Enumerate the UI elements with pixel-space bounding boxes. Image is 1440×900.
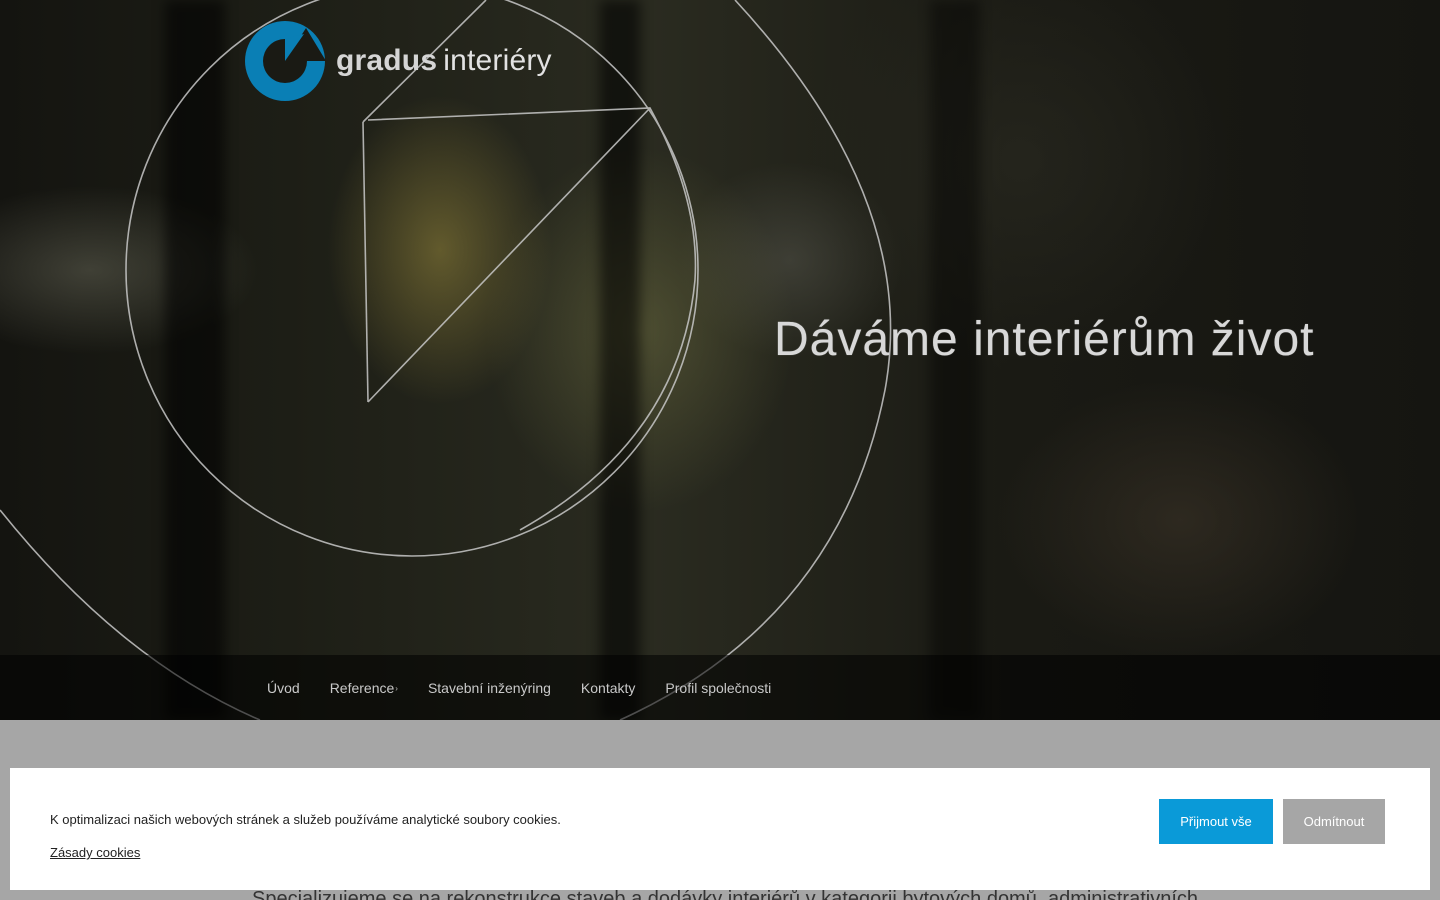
nav-item-profil-spolecnosti[interactable]: Profil společnosti	[650, 680, 786, 696]
nav-item-label: Úvod	[267, 679, 300, 696]
nav-list: Úvod Reference› Stavební inženýring Kont…	[252, 655, 786, 720]
hero-tagline: Dáváme interiérům život	[774, 313, 1315, 366]
nav-item-stavebni-inzenyring[interactable]: Stavební inženýring	[413, 680, 566, 696]
logo-wordmark: gradus interiéry	[336, 44, 552, 78]
nav-item-uvod[interactable]: Úvod	[252, 680, 315, 696]
nav-item-label: Profil společnosti	[665, 679, 772, 696]
main-navigation: Úvod Reference› Stavební inženýring Kont…	[0, 655, 1440, 720]
hero-banner: gradus interiéry Dáváme interiérům život …	[0, 0, 1440, 720]
submenu-chevron-icon: ›	[395, 684, 398, 694]
page: gradus interiéry Dáváme interiérům život …	[0, 0, 1440, 900]
accept-all-button[interactable]: Přijmout vše	[1159, 799, 1273, 844]
logo-wordmark-light: interiéry	[443, 44, 552, 77]
cookie-banner: K optimalizaci našich webových stránek a…	[10, 768, 1430, 890]
logo-wordmark-bold: gradus	[336, 44, 438, 77]
nav-item-kontakty[interactable]: Kontakty	[566, 680, 650, 696]
cookie-message: K optimalizaci našich webových stránek a…	[50, 812, 561, 827]
cookie-policy-link[interactable]: Zásady cookies	[50, 845, 140, 860]
decline-button[interactable]: Odmítnout	[1283, 799, 1385, 844]
nav-item-label: Kontakty	[580, 679, 636, 696]
gradus-logo-icon	[245, 21, 326, 101]
nav-item-label: Reference	[329, 679, 395, 696]
nav-item-reference[interactable]: Reference›	[315, 680, 413, 696]
logo-link[interactable]: gradus interiéry	[244, 20, 552, 102]
nav-item-label: Stavební inženýring	[427, 679, 551, 696]
